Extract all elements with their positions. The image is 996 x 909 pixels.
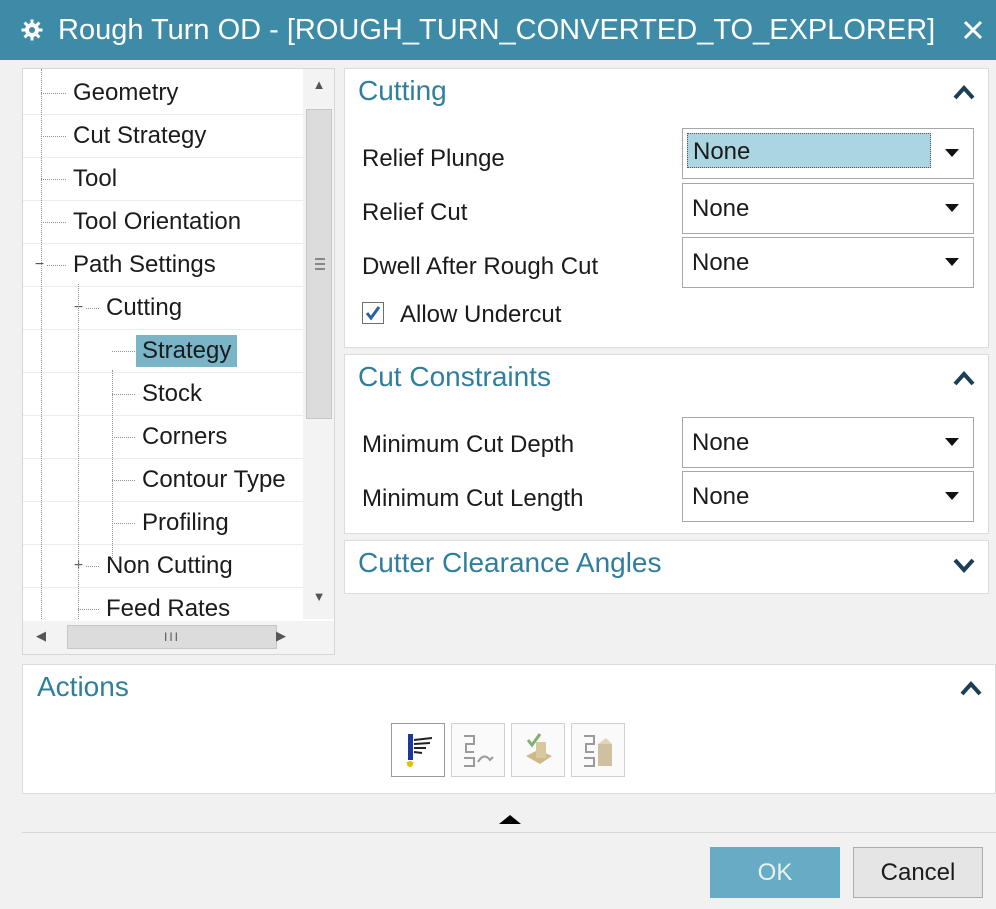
tree-item-strategy[interactable]: Strategy: [23, 330, 303, 373]
tree-item-label: Cutting: [106, 294, 183, 321]
tree-item-label: Profiling: [142, 509, 229, 536]
tree-item-label: Path Settings: [73, 251, 216, 278]
tree-connector: [112, 394, 135, 395]
verify-button[interactable]: [511, 723, 565, 777]
collapse-chevron-icon[interactable]: [950, 79, 978, 107]
horizontal-scrollbar[interactable]: ◀ III ▶: [23, 621, 334, 654]
actions-section: Actions: [22, 664, 996, 794]
tree-item-contour-type[interactable]: Contour Type: [23, 459, 303, 502]
expand-chevron-icon[interactable]: [950, 551, 978, 579]
relief-cut-value: None: [692, 195, 750, 222]
cancel-button[interactable]: Cancel: [853, 847, 983, 898]
actions-header[interactable]: Actions: [37, 671, 129, 703]
min-cut-depth-label: Minimum Cut Depth: [362, 431, 575, 458]
replay-button[interactable]: [451, 723, 505, 777]
window-title: Rough Turn OD - [ROUGH_TURN_CONVERTED_TO…: [58, 13, 936, 46]
tree-connector: [41, 222, 66, 223]
tree-item-stock[interactable]: Stock: [23, 373, 303, 416]
replay-icon: [464, 735, 494, 767]
dwell-value: None: [692, 249, 750, 276]
tree-connector: [41, 93, 66, 94]
min-cut-depth-value: None: [692, 429, 750, 456]
tree-item-geometry[interactable]: Geometry: [23, 72, 303, 115]
tree-connector: [41, 136, 66, 137]
tree-item-label: Non Cutting: [106, 552, 233, 579]
tree-item-cutting[interactable]: Cutting −: [23, 287, 303, 330]
tree-item-tool-orientation[interactable]: Tool Orientation: [23, 201, 303, 244]
tree-guide-line: [78, 284, 79, 619]
relief-plunge-value: None: [687, 133, 931, 168]
relief-plunge-select[interactable]: None: [682, 128, 974, 179]
tree-connector: [112, 480, 135, 481]
vertical-scroll-thumb[interactable]: [306, 109, 332, 419]
tree-item-label: Cut Strategy: [73, 122, 207, 149]
tree-connector: [112, 351, 135, 352]
horizontal-scroll-thumb[interactable]: III: [67, 625, 277, 649]
tree-item-cut-strategy[interactable]: Cut Strategy: [23, 115, 303, 158]
min-cut-length-select[interactable]: None: [682, 471, 974, 522]
collapse-dialog-icon[interactable]: [499, 815, 521, 824]
scroll-left-icon[interactable]: ◀: [31, 628, 51, 648]
dwell-select[interactable]: None: [682, 237, 974, 288]
tree-connector: [78, 609, 99, 610]
cutting-section: Cutting Relief Plunge None Relief Cut No…: [344, 68, 989, 348]
relief-plunge-label: Relief Plunge: [362, 145, 505, 172]
cut-constraints-header[interactable]: Cut Constraints: [358, 361, 551, 393]
scroll-right-icon[interactable]: ▶: [271, 628, 291, 648]
tree-item-label: Tool: [73, 165, 118, 192]
dwell-label: Dwell After Rough Cut: [362, 253, 599, 280]
tree-connector: [112, 437, 135, 438]
verify-icon: [526, 733, 552, 764]
tree-item-label: Tool Orientation: [73, 208, 242, 235]
checkmark-icon: [365, 306, 381, 321]
list-icon: [584, 735, 612, 767]
tree-item-profiling[interactable]: Profiling: [23, 502, 303, 545]
tree-guide-line: [41, 69, 42, 619]
relief-cut-label: Relief Cut: [362, 199, 468, 226]
chevron-down-icon: [945, 204, 959, 212]
tree-guide-line: [112, 370, 113, 560]
cutter-clearance-header[interactable]: Cutter Clearance Angles: [358, 547, 662, 579]
tree-item-path-settings[interactable]: Path Settings −: [23, 244, 303, 287]
title-bar: Rough Turn OD - [ROUGH_TURN_CONVERTED_TO…: [0, 0, 996, 60]
min-cut-length-value: None: [692, 483, 750, 510]
chevron-down-icon: [945, 149, 959, 157]
tree-item-label: Strategy: [136, 335, 238, 367]
min-cut-length-label: Minimum Cut Length: [362, 485, 584, 512]
collapse-icon[interactable]: −: [33, 257, 46, 273]
collapse-chevron-icon[interactable]: [950, 365, 978, 393]
collapse-chevron-icon[interactable]: [957, 675, 985, 703]
ok-button[interactable]: OK: [710, 847, 840, 898]
footer-divider: [22, 832, 996, 833]
tree-item-label: Stock: [142, 380, 203, 407]
tree-item-label: Corners: [142, 423, 228, 450]
generate-button[interactable]: [391, 723, 445, 777]
gear-icon[interactable]: [14, 12, 50, 48]
tree-connector: [41, 179, 66, 180]
chevron-down-icon: [945, 492, 959, 500]
tree-item-non-cutting[interactable]: Non Cutting +: [23, 545, 303, 588]
cut-constraints-section: Cut Constraints Minimum Cut Depth None M…: [344, 354, 989, 534]
tree-item-tool[interactable]: Tool: [23, 158, 303, 201]
relief-cut-select[interactable]: None: [682, 183, 974, 234]
allow-undercut-label[interactable]: Allow Undercut: [400, 301, 561, 329]
min-cut-depth-select[interactable]: None: [682, 417, 974, 468]
generate-icon: [406, 734, 433, 767]
scroll-down-icon[interactable]: ▼: [309, 589, 329, 609]
chevron-down-icon: [945, 438, 959, 446]
chevron-down-icon: [945, 258, 959, 266]
vertical-scrollbar[interactable]: ▲ ▼: [303, 69, 334, 619]
navigator-tree: Geometry Cut Strategy Tool Tool Orientation…: [22, 68, 335, 655]
allow-undercut-checkbox[interactable]: [362, 302, 384, 324]
list-button[interactable]: [571, 723, 625, 777]
cutter-clearance-section: Cutter Clearance Angles: [344, 540, 989, 594]
grip-icon: [315, 258, 325, 273]
tree-item-label: Contour Type: [142, 466, 286, 493]
close-icon[interactable]: [956, 13, 990, 47]
tree-item-corners[interactable]: Corners: [23, 416, 303, 459]
cutting-header[interactable]: Cutting: [358, 75, 447, 107]
tree-item-label: Geometry: [73, 79, 179, 106]
tree-connector: [112, 523, 135, 524]
scroll-up-icon[interactable]: ▲: [309, 77, 329, 97]
